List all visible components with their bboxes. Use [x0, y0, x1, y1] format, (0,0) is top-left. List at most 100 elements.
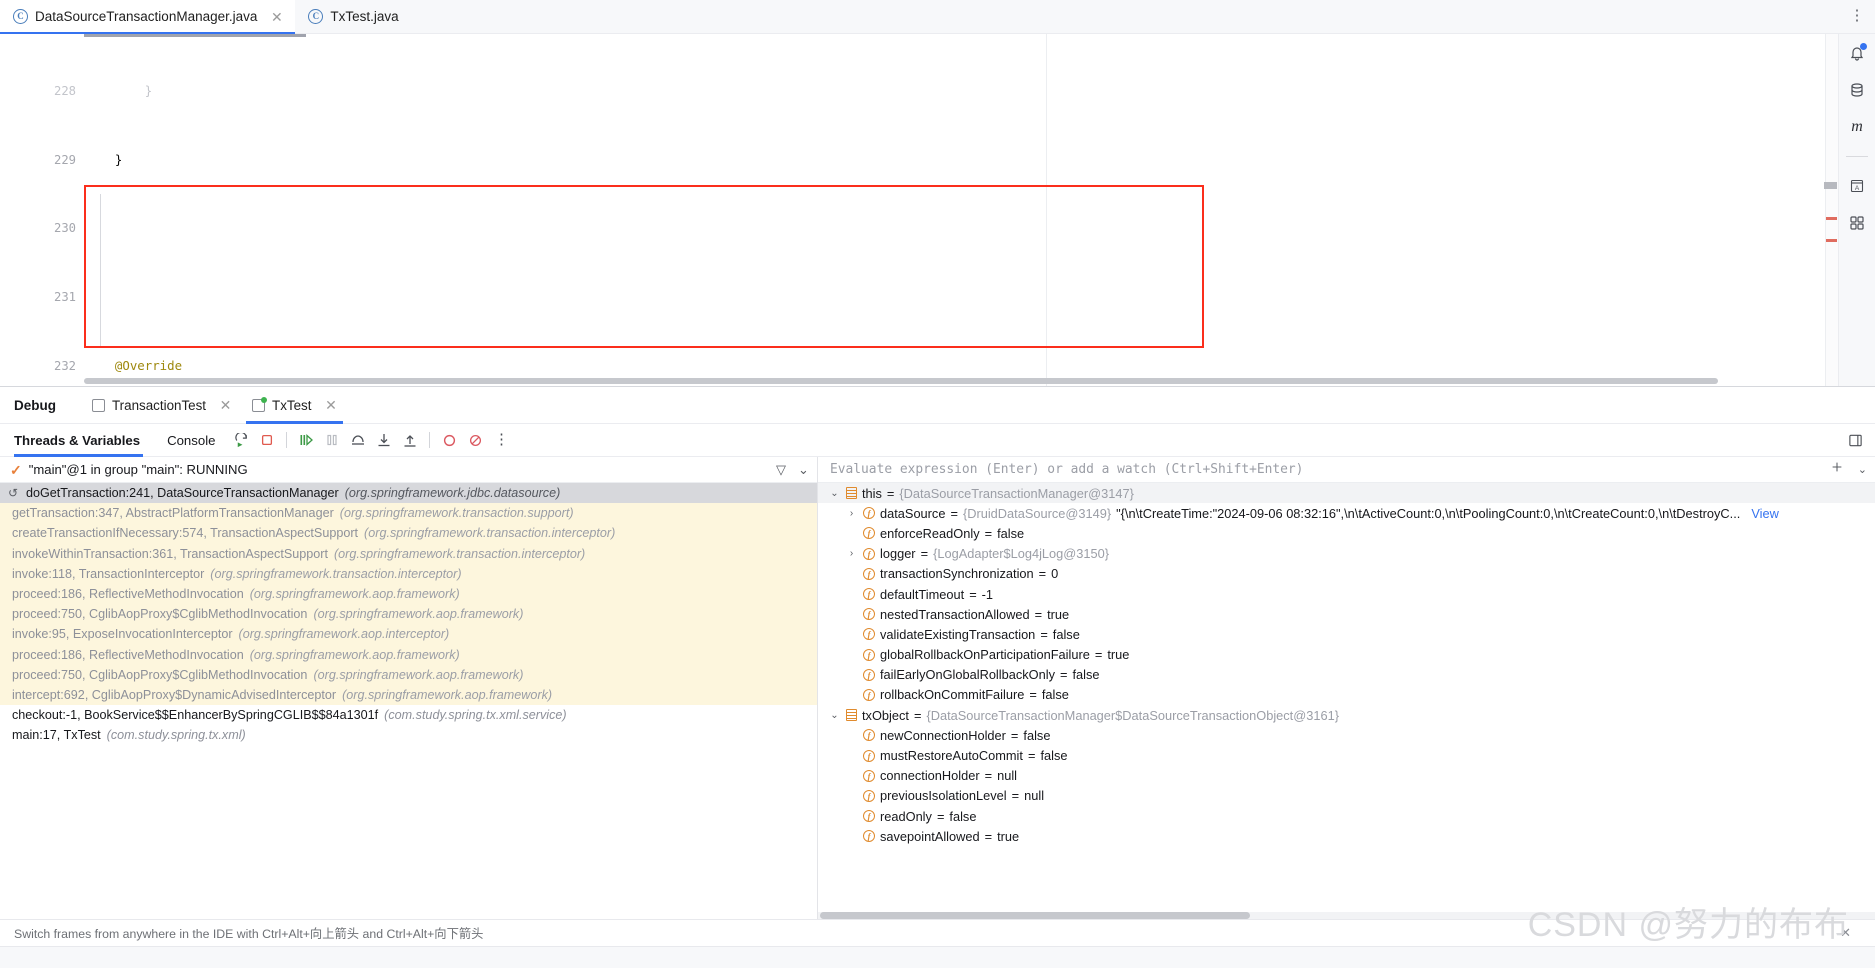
evaluate-expression-row[interactable]: Evaluate expression (Enter) or add a wat…: [818, 457, 1875, 483]
variable-row-datasource[interactable]: › f dataSource = {DruidDataSource@3149} …: [818, 503, 1875, 523]
debug-tab-txtest[interactable]: TxTest ✕: [242, 387, 347, 424]
close-icon[interactable]: ✕: [270, 10, 283, 24]
variable-row-savepointallowed[interactable]: f savepointAllowed = true: [818, 826, 1875, 846]
run-config-running-icon: [252, 396, 268, 412]
chevron-right-icon[interactable]: ›: [845, 508, 858, 519]
database-icon[interactable]: [1847, 80, 1867, 100]
frame-package: (org.springframework.aop.framework): [313, 667, 524, 682]
variables-tree[interactable]: ⌄ this = {DataSourceTransactionManager@3…: [818, 483, 1875, 912]
variable-row-logger[interactable]: › f logger = {LogAdapter$Log4jLog@3150}: [818, 544, 1875, 564]
frame-row[interactable]: getTransaction:347, AbstractPlatformTran…: [0, 503, 817, 524]
frame-row[interactable]: intercept:692, CglibAopProxy$DynamicAdvi…: [0, 684, 817, 706]
chevron-down-icon[interactable]: ⌄: [828, 488, 841, 499]
variable-row-transactionsynchronization[interactable]: f transactionSynchronization = 0: [818, 564, 1875, 584]
variable-row-defaulttimeout[interactable]: f defaultTimeout = -1: [818, 584, 1875, 604]
variable-name: txObject: [862, 707, 909, 723]
frames-list[interactable]: ↺ doGetTransaction:241, DataSourceTransa…: [0, 483, 817, 919]
debug-layout-settings-button[interactable]: [1848, 433, 1875, 448]
variable-row-mustrestoreautocommit[interactable]: f mustRestoreAutoCommit = false: [818, 745, 1875, 765]
frame-row[interactable]: main:17, TxTest (com.study.spring.tx.xml…: [0, 725, 817, 746]
close-icon[interactable]: ✕: [324, 398, 337, 412]
evaluate-expression-input[interactable]: Evaluate expression (Enter) or add a wat…: [830, 462, 1303, 477]
editor-region: 228 229 230 231 232 233 Ⓘ › 236 237 238 …: [0, 34, 1875, 386]
editor-tab-label: DataSourceTransactionManager.java: [35, 9, 258, 24]
variable-row-rollbackoncommitfailure[interactable]: f rollbackOnCommitFailure = false: [818, 685, 1875, 705]
chevron-down-icon[interactable]: ⌄: [1858, 463, 1867, 476]
frame-row[interactable]: invoke:118, TransactionInterceptor (org.…: [0, 563, 817, 584]
frame-package: (org.springframework.aop.interceptor): [238, 627, 450, 642]
notifications-icon[interactable]: [1847, 43, 1867, 63]
marker: [1826, 217, 1837, 220]
variable-row-enforcereadonly[interactable]: f enforceReadOnly = false: [818, 523, 1875, 543]
code-editor[interactable]: 228 229 230 231 232 233 Ⓘ › 236 237 238 …: [0, 34, 1838, 386]
debug-tool-window: Debug TransactionTest ✕ TxTest ✕ Threads…: [0, 386, 1875, 919]
variable-row-globalrollbackonparticipationfailure[interactable]: f globalRollbackOnParticipationFailure =…: [818, 645, 1875, 665]
frame-package: (org.springframework.aop.framework): [342, 687, 553, 702]
frame-row[interactable]: invoke:95, ExposeInvocationInterceptor (…: [0, 624, 817, 645]
maven-icon[interactable]: m: [1847, 117, 1867, 137]
variable-row-this[interactable]: ⌄ this = {DataSourceTransactionManager@3…: [818, 483, 1875, 504]
close-icon[interactable]: ✕: [1840, 925, 1865, 941]
variables-panel: Evaluate expression (Enter) or add a wat…: [818, 457, 1875, 919]
frame-row[interactable]: proceed:186, ReflectiveMethodInvocation …: [0, 644, 817, 665]
editor-horizontal-scrollbar[interactable]: [84, 378, 1718, 384]
java-class-icon: C: [308, 9, 324, 24]
filter-icon[interactable]: ▽: [776, 462, 786, 478]
frame-row[interactable]: proceed:750, CglibAopProxy$CglibMethodIn…: [0, 664, 817, 685]
plugins-icon[interactable]: [1847, 213, 1867, 233]
frame-row[interactable]: invokeWithinTransaction:361, Transaction…: [0, 543, 817, 564]
stop-button[interactable]: [254, 427, 280, 453]
more-options-icon[interactable]: ⋮: [1849, 8, 1865, 23]
variable-row-previousisolationlevel[interactable]: f previousIsolationLevel = null: [818, 786, 1875, 806]
frame-row-current[interactable]: ↺ doGetTransaction:241, DataSourceTransa…: [0, 483, 817, 504]
variable-row-txobject[interactable]: ⌄ txObject = {DataSourceTransactionManag…: [818, 705, 1875, 725]
editor-marker-strip[interactable]: [1824, 34, 1838, 386]
variable-name: newConnectionHolder: [880, 727, 1006, 743]
resume-program-button[interactable]: [293, 427, 319, 453]
variable-name: mustRestoreAutoCommit: [880, 748, 1023, 764]
variable-row-connectionholder[interactable]: f connectionHolder = null: [818, 766, 1875, 786]
debug-tab-transactiontest[interactable]: TransactionTest ✕: [82, 387, 242, 424]
chevron-down-icon[interactable]: ⌄: [828, 710, 841, 721]
rerun-debug-button[interactable]: [228, 427, 254, 453]
tab-console[interactable]: Console: [153, 424, 228, 457]
view-value-link[interactable]: View: [1751, 506, 1779, 521]
mute-breakpoints-button[interactable]: [462, 427, 488, 453]
frame-row[interactable]: createTransactionIfNecessary:574, Transa…: [0, 523, 817, 544]
field-icon: f: [863, 588, 875, 601]
frame-text: checkout:-1, BookService$$EnhancerBySpri…: [12, 708, 379, 723]
field-icon: f: [863, 830, 875, 843]
equals-sign: =: [1011, 788, 1020, 804]
step-into-button[interactable]: [371, 427, 397, 453]
java-class-icon: C: [13, 9, 28, 24]
frame-row[interactable]: proceed:750, CglibAopProxy$CglibMethodIn…: [0, 604, 817, 625]
tab-threads-and-variables[interactable]: Threads & Variables: [14, 424, 153, 457]
chevron-right-icon[interactable]: ›: [845, 548, 858, 559]
translation-icon[interactable]: A: [1847, 176, 1867, 196]
step-out-button[interactable]: [397, 427, 423, 453]
variables-horizontal-scrollbar[interactable]: [818, 912, 1875, 919]
thread-label: "main"@1 in group "main": RUNNING: [28, 462, 248, 477]
equals-sign: =: [1094, 647, 1103, 663]
equals-sign: =: [1034, 606, 1043, 622]
step-over-button[interactable]: [345, 427, 371, 453]
variable-row-validateexistingtransaction[interactable]: f validateExistingTransaction = false: [818, 624, 1875, 644]
code-lines[interactable]: } } @Override public Object getResourceF…: [84, 34, 1838, 386]
frame-row[interactable]: proceed:186, ReflectiveMethodInvocation …: [0, 583, 817, 605]
view-breakpoints-button[interactable]: [436, 427, 462, 453]
variable-row-newconnectionholder[interactable]: f newConnectionHolder = false: [818, 725, 1875, 745]
editor-gutter[interactable]: 228 229 230 231 232 233 Ⓘ › 236 237 238 …: [0, 34, 84, 386]
frame-row[interactable]: checkout:-1, BookService$$EnhancerBySpri…: [0, 705, 817, 726]
editor-tab-txtest[interactable]: C TxTest.java: [295, 0, 410, 33]
variable-row-readonly[interactable]: f readOnly = false: [818, 806, 1875, 826]
add-watch-icon[interactable]: [1830, 460, 1844, 479]
pause-program-button[interactable]: [319, 427, 345, 453]
close-icon[interactable]: ✕: [219, 398, 232, 412]
editor-tab-datasourcetransactionmanager[interactable]: C DataSourceTransactionManager.java ✕: [0, 0, 296, 34]
chevron-down-icon[interactable]: ⌄: [798, 462, 809, 478]
frame-text: invokeWithinTransaction:361, Transaction…: [12, 546, 328, 561]
thread-selector[interactable]: ✓ "main"@1 in group "main": RUNNING ▽ ⌄: [0, 457, 817, 483]
more-options-button[interactable]: ⋮: [488, 426, 514, 452]
variable-row-failearlyonglobalrollbackonly[interactable]: f failEarlyOnGlobalRollbackOnly = false: [818, 665, 1875, 685]
variable-row-nestedtransactionallowed[interactable]: f nestedTransactionAllowed = true: [818, 604, 1875, 624]
